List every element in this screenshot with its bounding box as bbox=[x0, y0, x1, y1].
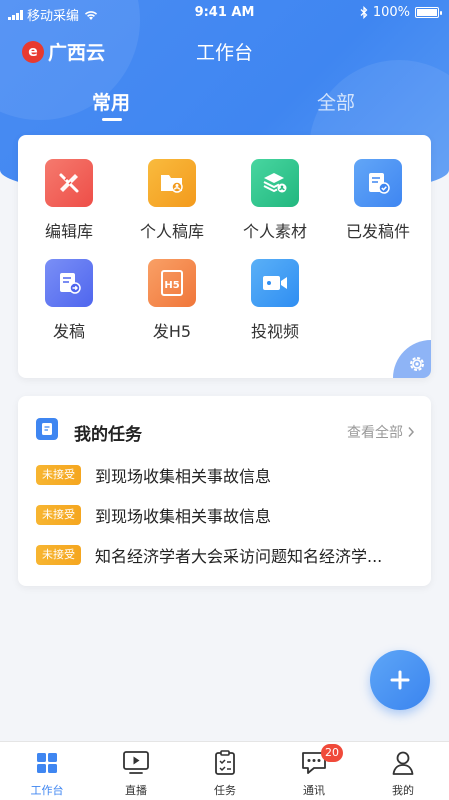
video-camera-icon bbox=[251, 259, 299, 307]
task-text: 到现场收集相关事故信息 bbox=[95, 507, 272, 526]
task-item[interactable]: 未接受 知名经济学者大会采访问题知名经济学... bbox=[36, 543, 415, 567]
view-all-label: 查看全部 bbox=[347, 425, 403, 441]
battery-icon bbox=[415, 7, 442, 18]
tool-editing-library[interactable]: 编辑库 bbox=[24, 159, 114, 242]
status-bar: 移动采编 9:41 AM 100% bbox=[0, 0, 449, 26]
tasks-title: 我的任务 bbox=[74, 425, 142, 445]
task-item[interactable]: 未接受 到现场收集相关事故信息 bbox=[36, 503, 415, 527]
ruler-pencil-icon bbox=[45, 159, 93, 207]
svg-text:H5: H5 bbox=[164, 280, 179, 291]
tool-submit-h5[interactable]: H5 发H5 bbox=[127, 259, 217, 342]
nav-label: 我的 bbox=[392, 784, 414, 797]
chevron-right-icon bbox=[408, 427, 415, 437]
task-item[interactable]: 未接受 到现场收集相关事故信息 bbox=[36, 463, 415, 487]
tool-label: 个人素材 bbox=[242, 222, 307, 241]
folder-user-icon bbox=[148, 159, 196, 207]
nav-item-live[interactable]: 直播 bbox=[101, 748, 171, 798]
tool-personal-materials[interactable]: 个人素材 bbox=[230, 159, 320, 242]
tool-label: 已发稿件 bbox=[345, 222, 410, 241]
document-send-icon bbox=[45, 259, 93, 307]
bluetooth-icon bbox=[360, 6, 368, 19]
bottom-navigation: 工作台 直播 任务 20 通讯 我的 bbox=[0, 741, 449, 800]
task-list-icon bbox=[36, 418, 58, 440]
clipboard-icon bbox=[190, 748, 260, 778]
nav-label: 工作台 bbox=[30, 784, 64, 797]
task-text: 知名经济学者大会采访问题知名经济学... bbox=[95, 547, 383, 566]
task-status-badge: 未接受 bbox=[36, 465, 81, 485]
h5-icon: H5 bbox=[148, 259, 196, 307]
tool-submit-article[interactable]: 发稿 bbox=[24, 259, 114, 342]
nav-label: 直播 bbox=[125, 784, 147, 797]
person-icon bbox=[368, 748, 438, 778]
battery-percent: 100% bbox=[372, 5, 410, 20]
tool-label: 投视频 bbox=[250, 322, 299, 341]
gear-icon bbox=[410, 357, 424, 371]
nav-label: 任务 bbox=[214, 784, 236, 797]
nav-item-mine[interactable]: 我的 bbox=[368, 748, 438, 798]
task-status-badge: 未接受 bbox=[36, 505, 81, 525]
unread-count-badge: 20 bbox=[321, 744, 343, 762]
nav-item-contacts[interactable]: 20 通讯 bbox=[279, 744, 349, 798]
task-status-badge: 未接受 bbox=[36, 545, 81, 565]
page-title: 工作台 bbox=[195, 42, 253, 64]
status-right: 100% bbox=[360, 5, 442, 20]
plus-icon bbox=[390, 670, 410, 690]
tool-submit-video[interactable]: 投视频 bbox=[230, 259, 320, 342]
tools-card: 编辑库 个人稿库 个人素材 已发稿件 发稿 H5 发H5 投视频 bbox=[18, 135, 431, 378]
nav-label: 通讯 bbox=[303, 784, 325, 797]
tool-label: 发H5 bbox=[152, 322, 192, 341]
tool-label: 发稿 bbox=[52, 322, 85, 341]
grid-icon bbox=[12, 748, 82, 778]
nav-item-workbench[interactable]: 工作台 bbox=[12, 748, 82, 798]
tool-personal-drafts[interactable]: 个人稿库 bbox=[127, 159, 217, 242]
tab-common[interactable]: 常用 bbox=[92, 88, 130, 115]
task-text: 到现场收集相关事故信息 bbox=[95, 467, 272, 486]
document-check-icon bbox=[354, 159, 402, 207]
battery-fill bbox=[417, 9, 437, 16]
my-tasks-card: 我的任务 查看全部 未接受 到现场收集相关事故信息 未接受 到现场收集相关事故信… bbox=[18, 396, 431, 586]
add-button[interactable] bbox=[370, 650, 430, 710]
view-all-tasks-link[interactable]: 查看全部 bbox=[347, 422, 415, 442]
tool-label: 编辑库 bbox=[44, 222, 93, 241]
nav-item-tasks[interactable]: 任务 bbox=[190, 748, 260, 798]
tool-published-articles[interactable]: 已发稿件 bbox=[333, 159, 423, 242]
tool-label: 个人稿库 bbox=[139, 222, 204, 241]
tab-all[interactable]: 全部 bbox=[317, 88, 355, 115]
chat-icon: 20 bbox=[279, 744, 349, 778]
active-tab-indicator bbox=[102, 118, 122, 121]
customize-tools-button[interactable] bbox=[393, 340, 431, 378]
live-play-icon bbox=[101, 748, 171, 778]
layers-user-icon bbox=[251, 159, 299, 207]
